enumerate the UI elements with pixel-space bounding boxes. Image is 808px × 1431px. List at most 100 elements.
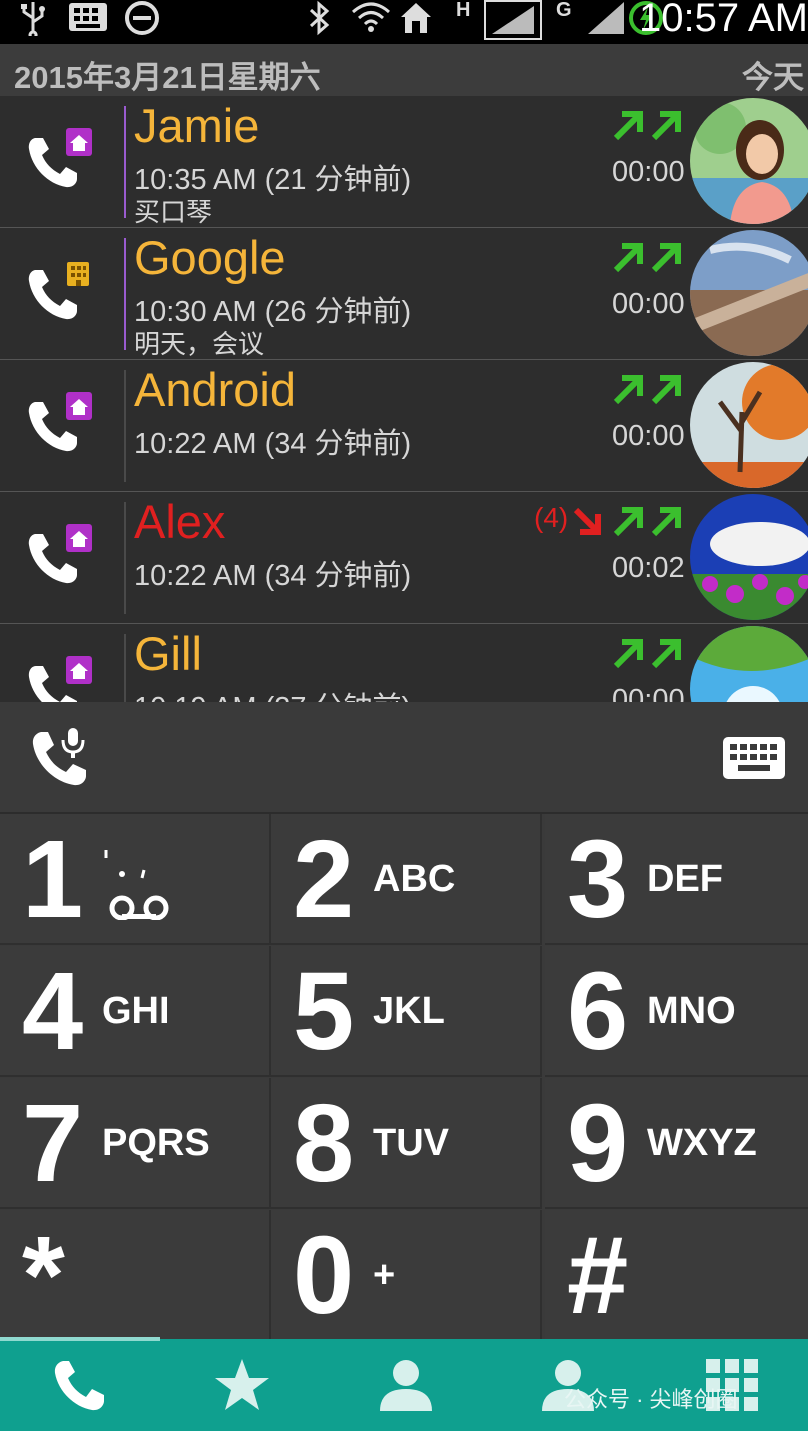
- call-time: 10:19 AM (37 分钟前): [134, 684, 411, 702]
- key-digit: 4: [22, 950, 84, 1073]
- call-duration: 00:00: [612, 684, 685, 702]
- call-time: 10:22 AM (34 分钟前): [134, 560, 412, 592]
- row-divider: [124, 634, 126, 702]
- row-divider: [124, 370, 126, 482]
- date-label: 2015年3月21日星期六: [14, 60, 321, 95]
- key-letters: WXYZ: [647, 1122, 757, 1164]
- bluetooth-icon: [304, 0, 334, 36]
- do-not-disturb-icon: [122, 0, 162, 36]
- call-log-row[interactable]: Jamie 10:35 AM (21 分钟前) 买口琴 00:00: [0, 96, 808, 229]
- tab-contacts[interactable]: [326, 1339, 486, 1431]
- dialpad: 1 2 ABC 3 DEF 4 GHI 5 JKL 6 MNO 7 PQRS 8 TUV 9 WXYZ * 0 + #: [0, 702, 808, 1341]
- dialpad-key-star[interactable]: *: [0, 1210, 271, 1341]
- call-icon[interactable]: [26, 258, 96, 328]
- dialpad-key-8[interactable]: 8 TUV: [271, 1078, 542, 1209]
- call-log-row[interactable]: Android 10:22 AM (34 分钟前) 00:00: [0, 360, 808, 493]
- date-header: 2015年3月21日星期六 今天: [0, 44, 808, 96]
- missed-call-arrow-icon: [572, 504, 608, 538]
- dialpad-key-0[interactable]: 0 +: [271, 1210, 542, 1341]
- row-divider: [124, 106, 126, 218]
- usb-icon: [18, 0, 48, 40]
- key-digit: 6: [567, 950, 629, 1073]
- call-log-row[interactable]: Alex 10:22 AM (34 分钟前) (4) 00:02: [0, 492, 808, 625]
- call-log-list[interactable]: Jamie 10:35 AM (21 分钟前) 买口琴 00:00 Google 10:3…: [0, 96, 808, 702]
- keyboard-toggle-icon[interactable]: [722, 736, 786, 785]
- dialpad-key-5[interactable]: 5 JKL: [271, 946, 542, 1077]
- network-type-h: H: [456, 0, 471, 21]
- wifi-icon: [350, 0, 392, 36]
- call-time: 10:22 AM (34 分钟前): [134, 428, 412, 460]
- row-divider: [124, 502, 126, 614]
- watermark-text: 公众号 · 尖峰创圈: [564, 1387, 738, 1412]
- key-digit: 5: [293, 950, 355, 1073]
- dialpad-key-1[interactable]: 1: [0, 814, 271, 945]
- key-letters: JKL: [373, 990, 445, 1032]
- call-icon[interactable]: [26, 522, 96, 592]
- key-letters: DEF: [647, 858, 723, 900]
- call-note: 买口琴: [134, 197, 213, 227]
- contact-avatar[interactable]: [690, 626, 808, 702]
- key-letters: TUV: [373, 1122, 449, 1164]
- status-bar: H G 10:57 AM: [0, 0, 808, 44]
- outgoing-call-arrows-icon: [612, 504, 684, 538]
- call-icon[interactable]: [26, 126, 96, 196]
- dialpad-key-4[interactable]: 4 GHI: [0, 946, 271, 1077]
- outgoing-call-arrows-icon: [612, 108, 684, 142]
- phone-icon: [54, 1361, 104, 1411]
- call-duration: 00:00: [612, 420, 685, 452]
- key-digit: 3: [567, 818, 629, 941]
- dialpad-key-9[interactable]: 9 WXYZ: [545, 1078, 808, 1209]
- tab-favorites[interactable]: [162, 1339, 322, 1431]
- key-digit: 9: [567, 1082, 629, 1205]
- signal-icon: [586, 0, 626, 36]
- outgoing-call-arrows-icon: [612, 240, 684, 274]
- contact-name: Alex: [134, 495, 226, 548]
- key-digit: 2: [293, 818, 355, 941]
- call-duration: 00:00: [612, 156, 685, 188]
- voice-dial-icon[interactable]: [28, 726, 92, 795]
- contact-avatar[interactable]: [690, 230, 808, 356]
- dialpad-key-3[interactable]: 3 DEF: [545, 814, 808, 945]
- contact-avatar[interactable]: [690, 362, 808, 488]
- keyboard-icon: [68, 0, 108, 36]
- key-digit: 1: [22, 818, 84, 941]
- key-digit: 0: [293, 1214, 355, 1337]
- key-letters: PQRS: [102, 1122, 210, 1164]
- call-duration: 00:00: [612, 288, 685, 320]
- key-digit: 7: [22, 1082, 84, 1205]
- clock: 10:57 AM: [638, 0, 808, 40]
- voicemail-icon: [104, 844, 174, 925]
- call-icon[interactable]: [26, 654, 96, 702]
- dialer-toolbar: [0, 702, 808, 814]
- call-icon[interactable]: [26, 390, 96, 460]
- network-type-g: G: [556, 0, 572, 21]
- star-icon: [215, 1359, 269, 1410]
- dialpad-key-7[interactable]: 7 PQRS: [0, 1078, 271, 1209]
- signal-icon: [484, 0, 542, 40]
- contact-name: Gill: [134, 627, 202, 680]
- call-log-row[interactable]: Gill 10:19 AM (37 分钟前) 00:00: [0, 624, 808, 702]
- contact-avatar[interactable]: [690, 98, 808, 224]
- dialpad-key-hash[interactable]: #: [545, 1210, 808, 1341]
- contact-name: Google: [134, 231, 286, 284]
- key-letters: MNO: [647, 990, 736, 1032]
- key-digit: 8: [293, 1082, 355, 1205]
- contact-avatar[interactable]: [690, 494, 808, 620]
- missed-count: (4): [534, 502, 569, 533]
- key-digit: #: [567, 1214, 629, 1337]
- contact-name: Jamie: [134, 99, 260, 152]
- key-letters: GHI: [102, 990, 170, 1032]
- key-letters: +: [373, 1254, 396, 1296]
- call-log-row[interactable]: Google 10:30 AM (26 分钟前) 明天，会议 00:00: [0, 228, 808, 361]
- dialpad-key-2[interactable]: 2 ABC: [271, 814, 542, 945]
- row-divider: [124, 238, 126, 350]
- outgoing-call-arrows-icon: [612, 636, 684, 670]
- call-duration: 00:02: [612, 552, 685, 584]
- today-label: 今天: [742, 60, 804, 95]
- outgoing-call-arrows-icon: [612, 372, 684, 406]
- dialpad-key-6[interactable]: 6 MNO: [545, 946, 808, 1077]
- key-letters: ABC: [373, 858, 456, 900]
- tab-phone[interactable]: [0, 1339, 160, 1431]
- home-icon: [398, 0, 434, 36]
- contact-icon: [380, 1360, 432, 1411]
